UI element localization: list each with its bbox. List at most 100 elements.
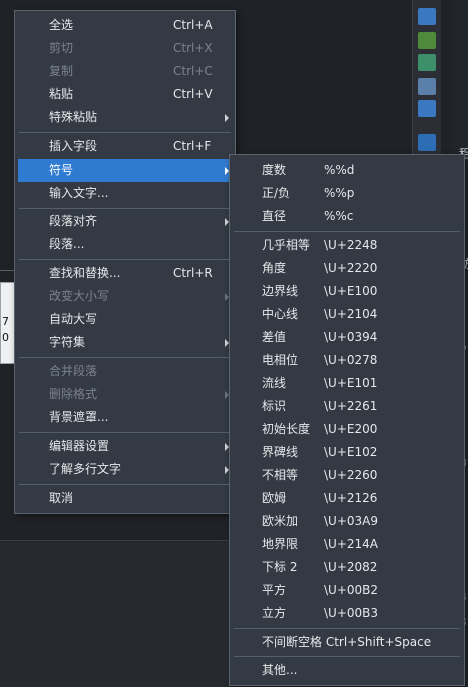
symbol-code: %%p	[324, 186, 355, 200]
symbol-item-plus-minus[interactable]: 正/负 %%p	[233, 182, 461, 205]
symbol-code: \U+2248	[324, 238, 378, 252]
field-tool-icon[interactable]	[418, 54, 436, 71]
symbol-label: 几乎相等	[262, 238, 311, 252]
menu-item-label: 剪切	[49, 41, 74, 55]
menu-separator	[234, 628, 460, 629]
symbol-item-other[interactable]: 其他...	[233, 659, 461, 682]
symbol-item-diameter[interactable]: 直径 %%c	[233, 205, 461, 228]
symbol-submenu: 度数 %%d 正/负 %%p 直径 %%c 几乎相等 \U+2248 角度 \U+2220…	[229, 154, 465, 686]
menu-item-editor-settings[interactable]: 编辑器设置	[18, 435, 232, 458]
symbol-code: \U+2220	[324, 261, 378, 275]
symbol-label: 初始长度	[262, 422, 311, 436]
symbol-item-center-line[interactable]: 中心线 \U+2104	[233, 303, 461, 326]
symbol-label: 欧米加	[262, 514, 299, 528]
symbol-label: 平方	[262, 583, 287, 597]
symbol-item-ohm[interactable]: 欧姆 \U+2126	[233, 487, 461, 510]
menu-item-find-replace[interactable]: 查找和替换... Ctrl+R	[18, 262, 232, 285]
symbol-code: \U+00B2	[324, 583, 379, 597]
menu-item-label: 查找和替换...	[49, 266, 121, 280]
menu-item-paragraph-alignment[interactable]: 段落对齐	[18, 210, 232, 233]
menu-item-label: 粘贴	[49, 87, 74, 101]
submenu-arrow-icon	[225, 114, 229, 122]
symbol-code: \U+00B3	[324, 606, 379, 620]
menu-item-label: 输入文字...	[49, 186, 109, 200]
symbol-code: %%c	[324, 209, 354, 223]
symbol-item-property-line[interactable]: 地界限 \U+214A	[233, 533, 461, 556]
text-tool-icon[interactable]	[418, 8, 436, 25]
symbol-item-flow-line[interactable]: 流线 \U+E101	[233, 372, 461, 395]
symbol-item-subscript-2[interactable]: 下标 2 \U+2082	[233, 556, 461, 579]
symbol-item-delta[interactable]: 差值 \U+0394	[233, 326, 461, 349]
symbol-item-squared[interactable]: 平方 \U+00B2	[233, 579, 461, 602]
menu-separator	[19, 357, 231, 358]
menu-separator	[19, 484, 231, 485]
menu-item-paste[interactable]: 粘贴 Ctrl+V	[18, 83, 232, 106]
symbol-code: \U+0394	[324, 330, 378, 344]
menu-item-label: 全选	[49, 18, 74, 32]
symbol-label: 中心线	[262, 307, 299, 321]
symbol-code: \U+2104	[324, 307, 378, 321]
symbol-item-initial-length[interactable]: 初始长度 \U+E200	[233, 418, 461, 441]
block-tool-icon[interactable]	[418, 100, 436, 117]
symbol-code: \U+2082	[324, 560, 378, 574]
symbol-label: 下标 2	[262, 560, 298, 574]
menu-item-label: 编辑器设置	[49, 439, 110, 453]
menu-item-label: 段落对齐	[49, 214, 98, 228]
menu-separator	[19, 432, 231, 433]
menu-item-symbol[interactable]: 符号	[18, 159, 232, 182]
symbol-item-not-equal[interactable]: 不相等 \U+2260	[233, 464, 461, 487]
menu-item-label: 合并段落	[49, 364, 98, 378]
symbol-item-electrical-phase[interactable]: 电相位 \U+0278	[233, 349, 461, 372]
symbol-label: 直径	[262, 209, 287, 223]
symbol-label: 角度	[262, 261, 287, 275]
ribbon-toolbar-strip	[412, 0, 441, 160]
menu-item-import-text[interactable]: 输入文字...	[18, 182, 232, 205]
symbol-item-identity[interactable]: 标识 \U+2261	[233, 395, 461, 418]
symbol-item-almost-equal[interactable]: 几乎相等 \U+2248	[233, 234, 461, 257]
symbol-code: \U+E100	[324, 284, 378, 298]
menu-item-label: 字符集	[49, 335, 86, 349]
symbol-item-angle[interactable]: 角度 \U+2220	[233, 257, 461, 280]
menu-item-paragraph[interactable]: 段落...	[18, 233, 232, 256]
symbol-code: \U+2260	[324, 468, 378, 482]
menu-item-shortcut: Ctrl+C	[173, 64, 213, 78]
menu-item-background-mask[interactable]: 背景遮罩...	[18, 406, 232, 429]
symbol-item-monument-line[interactable]: 界碑线 \U+E102	[233, 441, 461, 464]
menu-item-insert-field[interactable]: 插入字段 Ctrl+F	[18, 135, 232, 158]
menu-item-paste-special[interactable]: 特殊粘贴	[18, 106, 232, 129]
menu-item-combine-paragraphs[interactable]: 合并段落	[18, 360, 232, 383]
symbol-item-boundary-line[interactable]: 边界线 \U+E100	[233, 280, 461, 303]
symbol-code: \U+0278	[324, 353, 378, 367]
menu-item-copy[interactable]: 复制 Ctrl+C	[18, 60, 232, 83]
table-tool-icon[interactable]	[418, 78, 436, 95]
symbol-item-nonbreaking-space[interactable]: 不间断空格 Ctrl+Shift+Space	[233, 631, 461, 654]
edit-tool-icon[interactable]	[418, 32, 436, 49]
menu-item-change-case[interactable]: 改变大小写	[18, 285, 232, 308]
symbol-label: 界碑线	[262, 445, 299, 459]
menu-item-label: 删除格式	[49, 387, 98, 401]
symbol-label: 度数	[262, 163, 287, 177]
text-editor-context-menu: 全选 Ctrl+A 剪切 Ctrl+X 复制 Ctrl+C 粘贴 Ctrl+V 特殊粘贴…	[14, 10, 236, 514]
menu-item-shortcut: Ctrl+V	[173, 87, 213, 101]
menu-item-remove-formatting[interactable]: 删除格式	[18, 383, 232, 406]
symbol-item-cubed[interactable]: 立方 \U+00B3	[233, 602, 461, 625]
symbol-label: 边界线	[262, 284, 299, 298]
symbol-item-omega[interactable]: 欧米加 \U+03A9	[233, 510, 461, 533]
symbol-label: 不相等	[262, 468, 299, 482]
menu-item-cancel[interactable]: 取消	[18, 487, 232, 510]
menu-item-label: 特殊粘贴	[49, 110, 98, 124]
menu-item-shortcut: Ctrl+A	[173, 18, 213, 32]
command-area	[0, 540, 230, 687]
layer-tool-icon[interactable]	[418, 134, 436, 151]
menu-separator	[234, 656, 460, 657]
menu-item-label: 取消	[49, 491, 74, 505]
menu-item-cut[interactable]: 剪切 Ctrl+X	[18, 37, 232, 60]
menu-item-character-set[interactable]: 字符集	[18, 331, 232, 354]
symbol-code: \U+2261	[324, 399, 378, 413]
symbol-label: 流线	[262, 376, 287, 390]
menu-item-learn-mtext[interactable]: 了解多行文字	[18, 458, 232, 481]
symbol-item-degree[interactable]: 度数 %%d	[233, 159, 461, 182]
menu-item-label: 插入字段	[49, 139, 98, 153]
menu-item-autocaps[interactable]: 自动大写	[18, 308, 232, 331]
menu-item-select-all[interactable]: 全选 Ctrl+A	[18, 14, 232, 37]
